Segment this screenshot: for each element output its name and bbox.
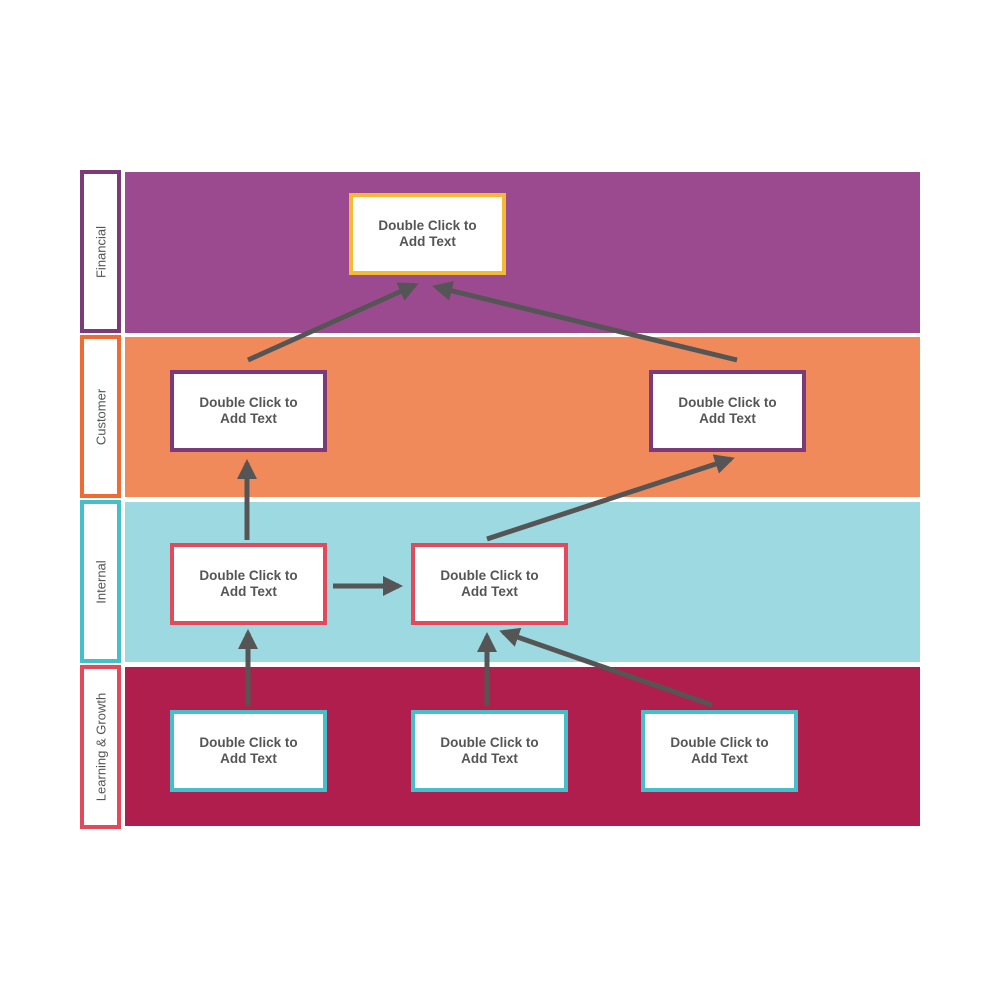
arrow xyxy=(486,454,735,542)
arrow xyxy=(246,282,419,363)
arrow xyxy=(499,627,713,708)
strategy-map: Financial Customer Internal Learning & G… xyxy=(0,0,1000,1000)
arrows-layer xyxy=(237,281,738,708)
arrow xyxy=(432,281,738,363)
